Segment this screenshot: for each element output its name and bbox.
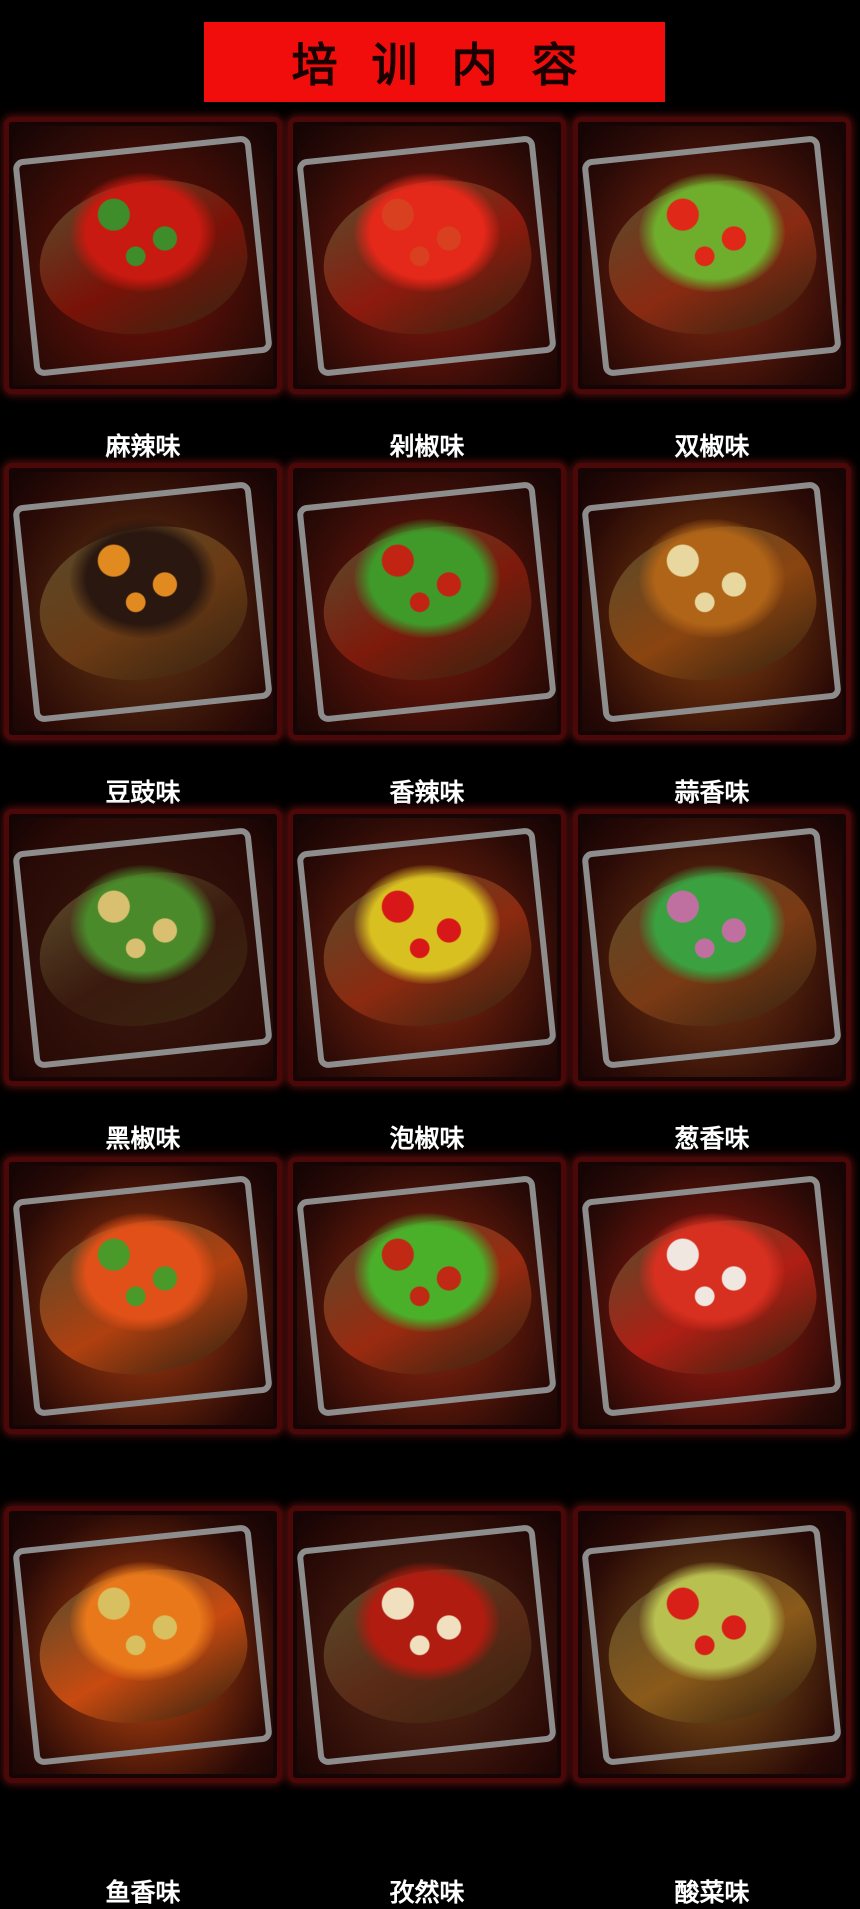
dish-label: 麻辣味 [105, 432, 181, 461]
dish-label: 香辣味 [389, 778, 465, 807]
topping-garnish [70, 518, 216, 638]
dish-photo-frame [288, 1157, 566, 1434]
grilled-fish-photo [297, 126, 557, 385]
grilled-fish-photo [582, 1166, 842, 1425]
dish-photo-frame [4, 809, 282, 1086]
dish-label: 剁椒味 [389, 432, 465, 461]
title-banner: 培训内容 [204, 22, 665, 102]
topping-garnish [70, 1561, 216, 1681]
banner-title: 培训内容 [291, 38, 612, 92]
dish-photo-frame [573, 809, 851, 1086]
dish-label: 酸菜味 [674, 1878, 750, 1907]
dish-photo-frame [573, 463, 851, 740]
dish-photo-frame [4, 463, 282, 740]
grilled-fish-photo [297, 1166, 557, 1425]
topping-garnish [354, 864, 500, 984]
dish-photo-frame [288, 1506, 566, 1783]
grilled-fish-photo [582, 126, 842, 385]
grilled-fish-photo [582, 818, 842, 1077]
dish-label: 泡椒味 [389, 1124, 465, 1153]
grilled-fish-photo [13, 1515, 273, 1774]
topping-garnish [70, 864, 216, 984]
topping-garnish [639, 1561, 785, 1681]
grilled-fish-photo [13, 472, 273, 731]
grilled-fish-photo [13, 818, 273, 1077]
topping-garnish [639, 172, 785, 292]
topping-garnish [639, 518, 785, 638]
topping-garnish [354, 172, 500, 292]
dish-photo-frame [573, 117, 851, 394]
dish-photo-frame [4, 1157, 282, 1434]
grilled-fish-photo [297, 818, 557, 1077]
dish-photo-frame [288, 463, 566, 740]
dish-photo-frame [288, 117, 566, 394]
dish-label: 黑椒味 [105, 1124, 181, 1153]
grilled-fish-photo [297, 472, 557, 731]
topping-garnish [70, 1212, 216, 1332]
dish-label: 葱香味 [674, 1124, 750, 1153]
topping-garnish [639, 864, 785, 984]
dish-label: 鱼香味 [105, 1878, 181, 1907]
dish-label: 孜然味 [389, 1878, 465, 1907]
topping-garnish [354, 1561, 500, 1681]
grilled-fish-photo [13, 1166, 273, 1425]
dish-photo-frame [573, 1157, 851, 1434]
grilled-fish-photo [13, 126, 273, 385]
grilled-fish-photo [582, 472, 842, 731]
dish-photo-frame [4, 1506, 282, 1783]
topping-garnish [354, 1212, 500, 1332]
dish-label: 双椒味 [674, 432, 750, 461]
topping-garnish [354, 518, 500, 638]
dish-photo-frame [288, 809, 566, 1086]
dish-photo-frame [4, 117, 282, 394]
dish-label: 豆豉味 [105, 778, 181, 807]
dish-photo-frame [573, 1506, 851, 1783]
topping-garnish [70, 172, 216, 292]
grilled-fish-photo [297, 1515, 557, 1774]
topping-garnish [639, 1212, 785, 1332]
grilled-fish-photo [582, 1515, 842, 1774]
dish-label: 蒜香味 [674, 778, 750, 807]
